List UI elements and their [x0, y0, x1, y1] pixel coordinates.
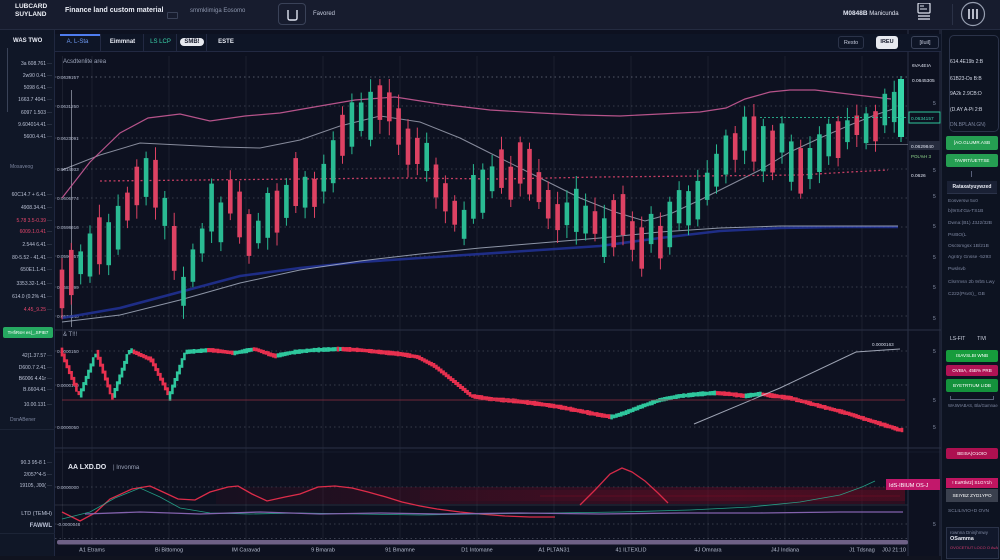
svg-text:J0J 21:10: J0J 21:10 [882, 548, 906, 554]
svg-text:4J Omnara: 4J Omnara [694, 548, 722, 554]
svg-text:5: 5 [933, 398, 936, 404]
svg-text:0.0623091: 0.0623091 [57, 136, 79, 141]
svg-text:IdS-IBIUM OS-J: IdS-IBIUM OS-J [889, 483, 929, 489]
svg-text:AA LXD.DO: AA LXD.DO [68, 464, 107, 471]
svg-text:9 Bmarab: 9 Bmarab [311, 548, 335, 554]
svg-text:Bi Bittomog: Bi Bittomog [155, 548, 183, 554]
svg-text:-0.0000048: -0.0000048 [57, 522, 81, 527]
svg-text:6VA4EIA: 6VA4EIA [912, 63, 932, 69]
svg-text:Acsdtenlite area: Acsdtenlite area [63, 59, 107, 65]
svg-text:A1 PLTAN31: A1 PLTAN31 [538, 548, 569, 554]
svg-text:0.0000163: 0.0000163 [872, 342, 894, 347]
svg-text:0.0598616: 0.0598616 [57, 225, 79, 230]
svg-text:91 Bmamne: 91 Bmamne [385, 548, 415, 554]
svg-text:IM Caravad: IM Caravad [232, 548, 260, 554]
svg-text:0.0626: 0.0626 [911, 173, 926, 179]
svg-text:0.0645305: 0.0645305 [912, 78, 935, 84]
svg-text:J4J Indiana: J4J Indiana [771, 548, 800, 554]
svg-text:| Invonma: | Invonma [113, 465, 140, 471]
svg-text:5: 5 [933, 285, 936, 291]
svg-text:0.0631250: 0.0631250 [57, 104, 79, 109]
svg-text:0.0590457: 0.0590457 [57, 254, 79, 259]
svg-text:5: 5 [933, 168, 936, 174]
svg-text:A1 Etrams: A1 Etrams [79, 548, 105, 554]
svg-text:0.0634157: 0.0634157 [911, 116, 934, 122]
svg-text:5: 5 [933, 101, 936, 107]
svg-text:5: 5 [933, 255, 936, 261]
svg-text:J1 Tdsnag: J1 Tdsnag [849, 548, 875, 554]
svg-text:0.0000150: 0.0000150 [57, 349, 79, 354]
svg-text:D1 Intomane: D1 Intomane [461, 548, 493, 554]
svg-text:0.0606774: 0.0606774 [57, 196, 79, 201]
svg-text:0.0629840: 0.0629840 [911, 144, 934, 150]
svg-text:5: 5 [933, 194, 936, 200]
svg-text:5: 5 [933, 425, 936, 431]
svg-text:41 ILTEXLID: 41 ILTEXLID [615, 548, 646, 554]
svg-text:5: 5 [933, 349, 936, 355]
svg-text:5: 5 [933, 224, 936, 230]
svg-text:0.0639157: 0.0639157 [57, 75, 79, 80]
svg-text:POL%H 3: POL%H 3 [911, 154, 932, 159]
svg-text:& T!!!: & T!!! [63, 332, 78, 338]
svg-text:5: 5 [933, 522, 936, 528]
svg-text:0.0000000: 0.0000000 [57, 485, 79, 490]
svg-text:0.0000050: 0.0000050 [57, 425, 79, 430]
svg-text:5: 5 [933, 316, 936, 322]
